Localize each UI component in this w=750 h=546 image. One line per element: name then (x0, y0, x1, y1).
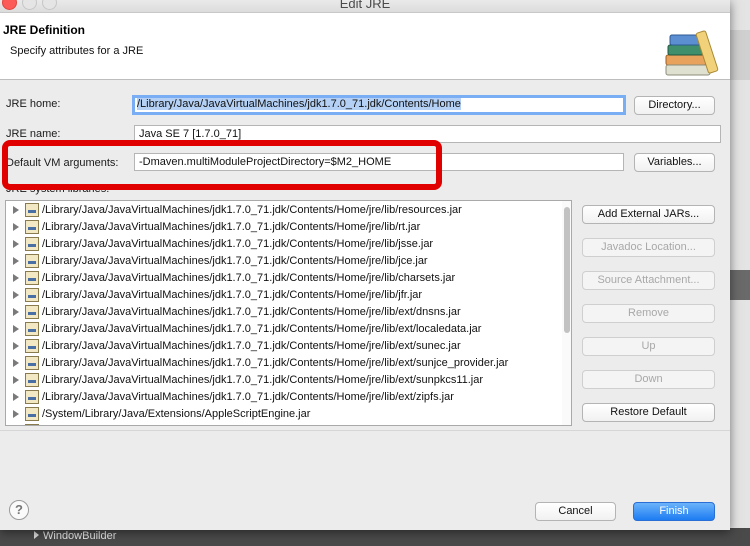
library-row[interactable]: /Library/Java/JavaVirtualMachines/jdk1.7… (6, 355, 559, 372)
jar-icon (25, 254, 39, 268)
expand-triangle-icon[interactable] (13, 206, 19, 214)
library-row[interactable]: /Library/Java/JavaVirtualMachines/jdk1.7… (6, 321, 559, 338)
library-path: /Library/Java/JavaVirtualMachines/jdk1.7… (42, 374, 484, 386)
expand-triangle-icon[interactable] (13, 308, 19, 316)
jar-icon (25, 390, 39, 404)
expand-triangle-icon[interactable] (13, 291, 19, 299)
header-title: JRE Definition (3, 23, 86, 37)
background-tree: WindowBuilder (0, 528, 750, 546)
edit-jre-dialog: Edit JRE JRE Definition Specify attribut… (0, 0, 730, 530)
books-icon (665, 30, 719, 76)
expand-triangle-icon[interactable] (13, 393, 19, 401)
expand-triangle-icon[interactable] (13, 223, 19, 231)
library-row[interactable]: /Library/Java/JavaVirtualMachines/jdk1.7… (6, 338, 559, 355)
library-path: /Library/Java/JavaVirtualMachines/jdk1.7… (42, 238, 434, 250)
jar-icon (25, 322, 39, 336)
expand-triangle-icon[interactable] (13, 240, 19, 248)
library-row[interactable]: /System/Library/Java/Extensions/AppleScr… (6, 406, 559, 423)
title-bar: Edit JRE (0, 0, 730, 13)
jre-home-input[interactable]: /Library/Java/JavaVirtualMachines/jdk1.7… (132, 95, 626, 115)
library-row[interactable]: /Library/Java/JavaVirtualMachines/jdk1.7… (6, 202, 559, 219)
scrollbar-thumb[interactable] (564, 207, 570, 333)
expand-triangle-icon[interactable] (13, 257, 19, 265)
restore-default-button[interactable]: Restore Default (582, 403, 715, 422)
library-path: /Library/Java/JavaVirtualMachines/jdk1.7… (42, 272, 456, 284)
expand-triangle-icon (34, 531, 39, 539)
jar-icon (25, 305, 39, 319)
help-icon[interactable]: ? (9, 500, 29, 520)
jar-icon (25, 373, 39, 387)
library-row[interactable]: /Library/Java/JavaVirtualMachines/jdk1.7… (6, 389, 559, 406)
jre-name-label: JRE name: (6, 128, 61, 140)
add-external-jars-button[interactable]: Add External JARs... (582, 205, 715, 224)
expand-triangle-icon[interactable] (13, 359, 19, 367)
jar-icon (25, 220, 39, 234)
jar-icon (25, 407, 39, 421)
library-row[interactable]: /Library/Java/JavaVirtualMachines/jdk1.7… (6, 236, 559, 253)
libraries-scrollbar[interactable] (562, 201, 571, 425)
library-path: /Library/Java/JavaVirtualMachines/jdk1.7… (42, 323, 482, 335)
library-path: /Library/Java/JavaVirtualMachines/jdk1.7… (42, 289, 423, 301)
jre-home-label: JRE home: (6, 98, 61, 110)
system-libraries-list[interactable]: /System/Library/Java/Extensions/AppleScr… (5, 200, 572, 426)
library-path: /Library/Java/JavaVirtualMachines/jdk1.7… (42, 391, 454, 403)
dialog-header: JRE Definition Specify attributes for a … (0, 13, 730, 80)
jar-icon (25, 271, 39, 285)
source-attachment-button[interactable]: Source Attachment... (582, 271, 715, 290)
cancel-button[interactable]: Cancel (535, 502, 616, 521)
jar-icon (25, 237, 39, 251)
finish-button[interactable]: Finish (633, 502, 715, 521)
library-row[interactable]: /Library/Java/JavaVirtualMachines/jdk1.7… (6, 270, 559, 287)
library-row[interactable]: /Library/Java/JavaVirtualMachines/jdk1.7… (6, 253, 559, 270)
down-button[interactable]: Down (582, 370, 715, 389)
jar-icon (25, 339, 39, 353)
highlight-annotation (2, 140, 442, 190)
variables-button[interactable]: Variables... (634, 153, 715, 172)
library-path: /System/Library/Java/Extensions/AppleScr… (42, 408, 311, 420)
library-path: /Library/Java/JavaVirtualMachines/jdk1.7… (42, 255, 428, 267)
expand-triangle-icon[interactable] (13, 342, 19, 350)
library-row[interactable]: /Library/Java/JavaVirtualMachines/jdk1.7… (6, 372, 559, 389)
jar-icon (25, 356, 39, 370)
library-path: /Library/Java/JavaVirtualMachines/jdk1.7… (42, 340, 461, 352)
javadoc-location-button[interactable]: Javadoc Location... (582, 238, 715, 257)
library-row[interactable]: /Library/Java/JavaVirtualMachines/jdk1.7… (6, 219, 559, 236)
library-path: /Library/Java/JavaVirtualMachines/jdk1.7… (42, 204, 462, 216)
library-path: /Library/Java/JavaVirtualMachines/jdk1.7… (42, 306, 461, 318)
background-tree-item: WindowBuilder (34, 530, 116, 542)
library-row[interactable]: /Library/Java/JavaVirtualMachines/jdk1.7… (6, 304, 559, 321)
expand-triangle-icon[interactable] (13, 274, 19, 282)
expand-triangle-icon[interactable] (13, 325, 19, 333)
expand-triangle-icon[interactable] (13, 410, 19, 418)
jar-icon (25, 203, 39, 217)
library-row[interactable]: /Library/Java/JavaVirtualMachines/jdk1.7… (6, 287, 559, 304)
library-path: /Library/Java/JavaVirtualMachines/jdk1.7… (42, 221, 421, 233)
expand-triangle-icon[interactable] (13, 376, 19, 384)
footer-divider (0, 430, 730, 431)
jar-icon (25, 424, 39, 425)
up-button[interactable]: Up (582, 337, 715, 356)
header-subtitle: Specify attributes for a JRE (10, 45, 144, 57)
library-path: /Library/Java/JavaVirtualMachines/jdk1.7… (42, 357, 509, 369)
window-title: Edit JRE (339, 0, 391, 11)
remove-button[interactable]: Remove (582, 304, 715, 323)
library-row[interactable] (6, 423, 559, 425)
jar-icon (25, 288, 39, 302)
directory-button[interactable]: Directory... (634, 96, 715, 115)
